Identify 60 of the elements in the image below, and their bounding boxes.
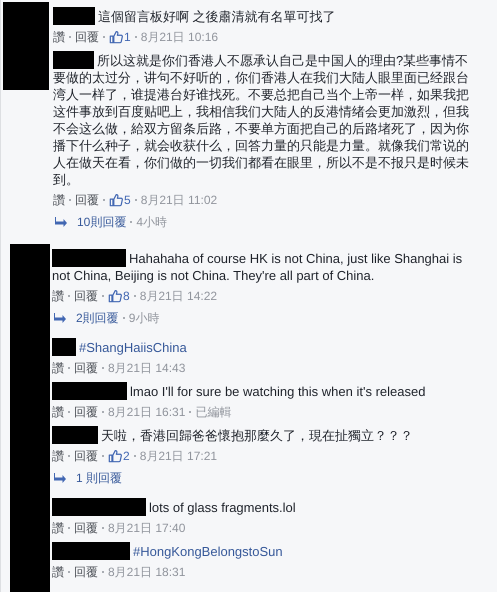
- separator-dot-icon: [69, 36, 71, 38]
- hashtag-link[interactable]: #ShangHaiisChina: [52, 338, 187, 356]
- reply-link[interactable]: 回覆: [74, 564, 98, 580]
- replies-link[interactable]: 1 則回覆: [76, 470, 122, 486]
- like-count[interactable]: 5: [109, 192, 131, 208]
- comment-text: 這個留言板好啊 之後肅清就有名單可找了: [53, 7, 336, 25]
- separator-dot-icon: [102, 411, 104, 413]
- separator-dot-icon: [102, 527, 104, 529]
- like-link[interactable]: 讚: [52, 404, 64, 420]
- hashtag-link[interactable]: #HongKongBelongstoSun: [52, 542, 283, 560]
- separator-dot-icon: [68, 411, 70, 413]
- thumbs-up-icon: [109, 193, 123, 207]
- separator-dot-icon: [189, 411, 192, 413]
- separator-dot-icon: [102, 367, 104, 369]
- like-link[interactable]: 讚: [53, 29, 65, 45]
- separator-dot-icon: [134, 455, 136, 457]
- separator-dot-icon: [68, 527, 70, 529]
- like-count[interactable]: 8: [108, 288, 130, 304]
- like-link[interactable]: 讚: [52, 564, 64, 580]
- separator-dot-icon: [69, 199, 71, 201]
- reply-age: 4小時: [136, 214, 168, 230]
- like-link[interactable]: 讚: [53, 192, 65, 208]
- reply-age: 9小時: [128, 310, 160, 326]
- reply-link[interactable]: 回覆: [74, 404, 98, 420]
- reply-link[interactable]: 回覆: [74, 448, 98, 464]
- reply-link[interactable]: 回覆: [75, 192, 99, 208]
- reply-arrow-icon: [54, 473, 66, 483]
- separator-dot-icon: [68, 455, 70, 457]
- thumbs-up-icon: [108, 289, 122, 303]
- like-link[interactable]: 讚: [52, 360, 64, 376]
- separator-dot-icon: [134, 295, 136, 297]
- replies-link[interactable]: 10則回覆: [77, 214, 126, 230]
- separator-dot-icon: [103, 36, 105, 38]
- separator-dot-icon: [122, 317, 125, 319]
- reply-link[interactable]: 回覆: [74, 520, 98, 536]
- like-count[interactable]: 1: [109, 29, 131, 45]
- comment-text: lots of glass fragments.lol: [52, 498, 296, 516]
- like-link[interactable]: 讚: [52, 288, 64, 304]
- separator-dot-icon: [68, 571, 70, 573]
- separator-dot-icon: [130, 221, 132, 223]
- separator-dot-icon: [102, 571, 104, 573]
- like-count[interactable]: 2: [108, 448, 130, 464]
- replies-link[interactable]: 2則回覆: [76, 310, 119, 326]
- comment-text: lmao I'll for sure be watching this when it's released: [52, 382, 426, 400]
- separator-dot-icon: [102, 295, 104, 297]
- reply-arrow-icon: [55, 217, 67, 227]
- separator-dot-icon: [134, 36, 137, 38]
- reply-link[interactable]: 回覆: [74, 288, 98, 304]
- separator-dot-icon: [134, 199, 137, 201]
- separator-dot-icon: [102, 455, 104, 457]
- separator-dot-icon: [68, 367, 70, 369]
- like-link[interactable]: 讚: [52, 448, 64, 464]
- thumbs-up-icon: [109, 30, 123, 44]
- reply-link[interactable]: 回覆: [74, 360, 98, 376]
- separator-dot-icon: [103, 199, 105, 201]
- like-link[interactable]: 讚: [52, 520, 64, 536]
- separator-dot-icon: [68, 295, 70, 297]
- reply-link[interactable]: 回覆: [75, 29, 99, 45]
- reply-arrow-icon: [54, 313, 66, 323]
- thumbs-up-icon: [108, 449, 122, 463]
